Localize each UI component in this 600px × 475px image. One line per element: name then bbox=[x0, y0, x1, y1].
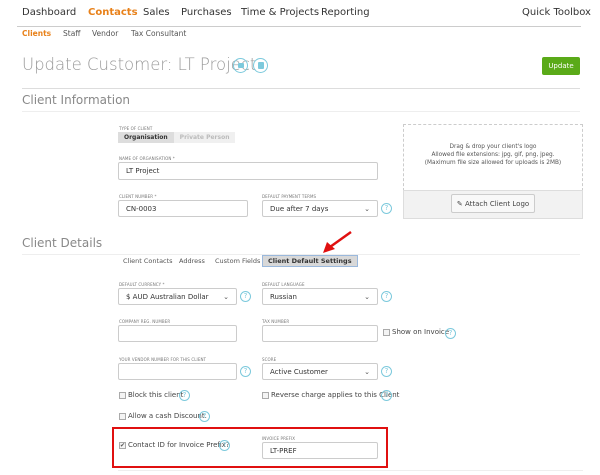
divider bbox=[118, 470, 583, 471]
chevron-down-icon: ⌄ bbox=[364, 204, 370, 213]
language-value: Russian bbox=[270, 292, 297, 301]
currency-value: $ AUD Australian Dollar bbox=[126, 292, 209, 301]
tax-number-label: Tax number bbox=[262, 319, 290, 324]
dropzone-size-limit: (Maximum file size allowed for uploads i… bbox=[424, 160, 562, 166]
dropzone-text: Drag & drop your client's logo bbox=[449, 144, 537, 150]
language-select[interactable]: Russian ⌄ bbox=[262, 288, 378, 305]
subnav-staff[interactable]: Staff bbox=[63, 29, 80, 38]
help-icon[interactable]: ? bbox=[381, 203, 392, 214]
nav-sales[interactable]: Sales bbox=[143, 7, 170, 18]
update-button[interactable]: Update bbox=[542, 57, 580, 75]
chevron-down-icon: ⌄ bbox=[364, 292, 370, 301]
client-number-label: Client number * bbox=[119, 194, 157, 199]
company-reg-input[interactable] bbox=[118, 325, 237, 342]
tab-client-contacts[interactable]: Client Contacts bbox=[123, 257, 173, 265]
score-select[interactable]: Active Customer ⌄ bbox=[262, 363, 378, 380]
help-icon[interactable]: ? bbox=[381, 366, 392, 377]
client-number-value: CN-0003 bbox=[126, 204, 157, 213]
quick-toolbox[interactable]: Quick Toolbox bbox=[522, 7, 591, 18]
nav-dashboard[interactable]: Dashboard bbox=[22, 7, 76, 18]
help-icon[interactable]: ? bbox=[240, 366, 251, 377]
payment-terms-select[interactable]: Due after 7 days ⌄ bbox=[262, 200, 378, 217]
divider bbox=[22, 88, 580, 89]
show-on-invoice-checkbox[interactable] bbox=[383, 329, 390, 336]
subnav-vendor[interactable]: Vendor bbox=[92, 29, 118, 38]
currency-label: Default currency * bbox=[119, 282, 165, 287]
page-title: Update Customer: LT Project bbox=[22, 55, 257, 74]
name-label: Name of organisation * bbox=[119, 156, 175, 161]
client-number-input[interactable]: CN-0003 bbox=[118, 200, 248, 217]
type-of-client-label: Type of client bbox=[119, 126, 153, 131]
help-icon[interactable]: ? bbox=[381, 390, 392, 401]
organisation-name-value: LT Project bbox=[126, 167, 160, 175]
help-icon[interactable]: ? bbox=[445, 328, 456, 339]
paperclip-icon: ✎ bbox=[456, 199, 463, 208]
payment-terms-label: Default payment terms bbox=[262, 194, 317, 199]
cash-discount-checkbox[interactable] bbox=[119, 413, 126, 420]
red-arrow-annotation bbox=[323, 230, 352, 253]
subnav-tax-consultant[interactable]: Tax Consultant bbox=[131, 29, 186, 38]
organisation-name-input[interactable]: LT Project bbox=[118, 162, 378, 180]
chevron-down-icon: ⌄ bbox=[364, 367, 370, 376]
vendor-number-input[interactable] bbox=[118, 363, 237, 380]
tab-client-default-settings[interactable]: Client Default Settings bbox=[262, 255, 358, 267]
contact-id-prefix-label: Contact ID for Invoice Prefix? bbox=[128, 441, 230, 449]
logo-dropzone[interactable]: Drag & drop your client's logo Allowed f… bbox=[403, 124, 583, 191]
dropzone-extensions: Allowed file extensions: jpg, gif, png, … bbox=[431, 152, 555, 158]
help-icon[interactable]: ? bbox=[240, 291, 251, 302]
subnav-clients[interactable]: Clients bbox=[22, 29, 51, 38]
type-of-client-toggle: Organisation Private Person bbox=[118, 132, 236, 143]
payment-terms-value: Due after 7 days bbox=[270, 204, 329, 213]
book-icon[interactable] bbox=[253, 58, 268, 73]
type-private-person[interactable]: Private Person bbox=[173, 132, 236, 143]
tab-custom-fields[interactable]: Custom Fields bbox=[215, 257, 260, 265]
help-icon[interactable]: ? bbox=[381, 291, 392, 302]
invoice-prefix-label: Invoice prefix bbox=[262, 436, 296, 441]
chevron-down-icon: ⌄ bbox=[223, 292, 229, 301]
help-icon[interactable]: ? bbox=[219, 440, 230, 451]
reverse-charge-checkbox[interactable] bbox=[262, 392, 269, 399]
attach-logo-label: Attach Client Logo bbox=[464, 199, 530, 208]
type-organisation[interactable]: Organisation bbox=[118, 132, 174, 143]
help-icon[interactable]: ? bbox=[199, 411, 210, 422]
score-value: Active Customer bbox=[270, 367, 328, 376]
currency-select[interactable]: $ AUD Australian Dollar ⌄ bbox=[118, 288, 237, 305]
show-on-invoice-label: Show on Invoice bbox=[392, 328, 450, 336]
language-label: Default language bbox=[262, 282, 305, 287]
block-client-label: Block this client bbox=[128, 391, 184, 399]
section-title-client-information: Client Information bbox=[22, 93, 131, 107]
section-title-client-details: Client Details bbox=[22, 236, 103, 250]
attach-logo-button[interactable]: ✎ Attach Client Logo bbox=[451, 194, 535, 213]
divider bbox=[17, 26, 581, 27]
cash-discount-label: Allow a cash Discount. bbox=[128, 412, 207, 420]
nav-purchases[interactable]: Purchases bbox=[181, 7, 232, 18]
invoice-prefix-value: LT-PREF bbox=[270, 446, 297, 455]
divider bbox=[22, 111, 580, 112]
score-label: Score bbox=[262, 357, 277, 362]
tab-address[interactable]: Address bbox=[179, 257, 205, 265]
contact-id-prefix-checkbox[interactable]: ✔ bbox=[119, 442, 126, 449]
invoice-prefix-input[interactable]: LT-PREF bbox=[262, 442, 378, 459]
company-reg-label: Company reg. number bbox=[119, 319, 171, 324]
nav-reporting[interactable]: Reporting bbox=[321, 7, 370, 18]
nav-time-projects[interactable]: Time & Projects bbox=[241, 7, 319, 18]
video-icon[interactable] bbox=[233, 58, 248, 73]
help-icon[interactable]: ? bbox=[179, 390, 190, 401]
block-client-checkbox[interactable] bbox=[119, 392, 126, 399]
nav-contacts[interactable]: Contacts bbox=[88, 7, 138, 18]
vendor-number-label: Your vendor number for this client bbox=[119, 357, 207, 362]
tax-number-input[interactable] bbox=[262, 325, 378, 342]
